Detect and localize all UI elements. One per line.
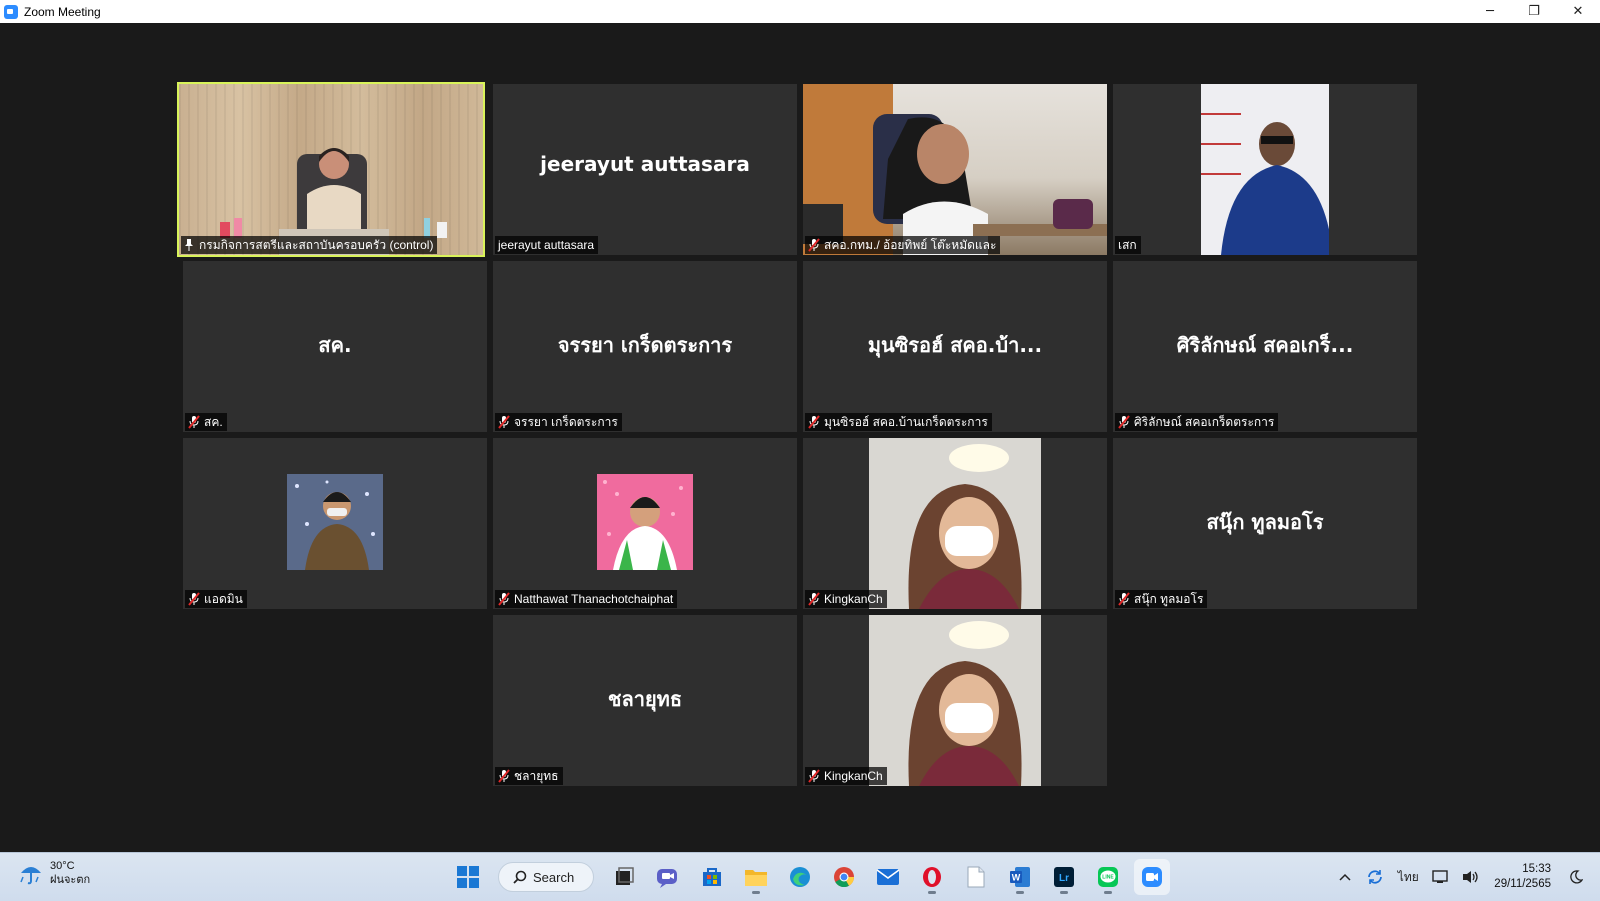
participant-tile[interactable]: KingkanCh: [803, 438, 1107, 609]
participant-display-name: jeerayut auttasara: [540, 152, 750, 176]
participant-tile[interactable]: มุนซิรอฮ์ สคอ.บ้า... มุนซิรอฮ์ สคอ.บ้านเ…: [803, 261, 1107, 432]
participant-name-label: เสก: [1115, 236, 1141, 254]
clock-date: 29/11/2565: [1494, 878, 1551, 890]
start-icon[interactable]: [450, 859, 486, 895]
gallery-view: กรมกิจการสตรีและสถาบันครอบครัว (control)…: [0, 23, 1600, 852]
participant-tile[interactable]: เสก: [1113, 84, 1417, 255]
participant-tile[interactable]: กรมกิจการสตรีและสถาบันครอบครัว (control): [177, 82, 485, 257]
participant-name-label: Natthawat Thanachotchaiphat: [495, 590, 678, 608]
mic-muted-icon: [498, 769, 510, 783]
participant-tile[interactable]: jeerayut auttasara jeerayut auttasara: [493, 84, 797, 255]
weather-widget[interactable]: 30°C ฝนจะตก: [18, 859, 90, 887]
close-button[interactable]: ✕: [1556, 0, 1600, 23]
rain-umbrella-icon: [18, 860, 44, 886]
weather-condition: ฝนจะตก: [50, 874, 91, 886]
pin-icon: [185, 239, 193, 251]
svg-text:LINE: LINE: [1102, 875, 1114, 881]
participant-name-label: สคอ.กทม./ อ้อยทิพย์ โต๊ะหมัดและ: [805, 236, 1001, 254]
participant-name-label: jeerayut auttasara: [495, 236, 599, 254]
participant-tile[interactable]: สนุ๊ก ทูลมอโร สนุ๊ก ทูลมอโร: [1113, 438, 1417, 609]
participant-name-label: แอดมิน: [185, 590, 247, 608]
participant-name-label: กรมกิจการสตรีและสถาบันครอบครัว (control): [181, 236, 438, 254]
mic-muted-icon: [188, 592, 200, 606]
mail-icon[interactable]: [870, 859, 906, 895]
participant-avatar: [597, 474, 693, 570]
participant-display-name: จรรยา เกร็ดตระการ: [557, 333, 733, 357]
zoom-icon[interactable]: [1134, 859, 1170, 895]
mic-muted-icon: [498, 592, 510, 606]
search-icon: [513, 870, 527, 884]
participant-tile[interactable]: Natthawat Thanachotchaiphat: [493, 438, 797, 609]
system-tray: ไทย 15:33 29/11/2565: [1330, 853, 1600, 901]
taskbar-search-button[interactable]: Search: [498, 862, 594, 892]
chrome-icon[interactable]: [826, 859, 862, 895]
mic-muted-icon: [188, 415, 200, 429]
participant-tile[interactable]: ศิริลักษณ์ สคอเกร็... ศิริลักษณ์ สคอเกร็…: [1113, 261, 1417, 432]
participant-name-label: จรรยา เกร็ดตระการ: [495, 413, 622, 431]
restore-button[interactable]: ❐: [1512, 0, 1556, 23]
opera-icon[interactable]: [914, 859, 950, 895]
participant-display-name: มุนซิรอฮ์ สคอ.บ้า...: [867, 333, 1043, 357]
participant-display-name: สนุ๊ก ทูลมอโร: [1206, 510, 1324, 534]
participant-display-name: ศิริลักษณ์ สคอเกร็...: [1176, 333, 1354, 357]
taskbar: 30°C ฝนจะตก Search W Lr LINE ไทย 15:33 2…: [0, 852, 1600, 901]
participant-name-label: มุนซิรอฮ์ สคอ.บ้านเกร็ดตระการ: [805, 413, 992, 431]
mic-muted-icon: [1118, 592, 1130, 606]
taskbar-clock[interactable]: 15:33 29/11/2565: [1494, 862, 1551, 892]
svg-text:Lr: Lr: [1059, 873, 1069, 884]
volume-icon[interactable]: [1459, 865, 1483, 889]
window-titlebar: Zoom Meeting ─ ❐ ✕: [0, 0, 1600, 23]
participant-tile[interactable]: KingkanCh: [803, 615, 1107, 786]
zoom-app-icon: [4, 4, 18, 19]
store-icon[interactable]: [694, 859, 730, 895]
teams-chat-icon[interactable]: [650, 859, 686, 895]
minimize-button[interactable]: ─: [1468, 0, 1512, 23]
notification-icon[interactable]: [1564, 865, 1588, 889]
participant-name-label: KingkanCh: [805, 767, 887, 785]
mic-muted-icon: [808, 769, 820, 783]
edge-icon[interactable]: [782, 859, 818, 895]
lightroom-icon[interactable]: Lr: [1046, 859, 1082, 895]
participant-video: [803, 84, 1107, 255]
participant-tile[interactable]: สค. สค.: [183, 261, 487, 432]
language-indicator[interactable]: ไทย: [1393, 865, 1423, 889]
participant-name-label: ศิริลักษณ์ สคอเกร็ดตระการ: [1115, 413, 1279, 431]
participant-tile[interactable]: จรรยา เกร็ดตระการ จรรยา เกร็ดตระการ: [493, 261, 797, 432]
participant-display-name: สค.: [318, 333, 352, 357]
mic-muted-icon: [808, 415, 820, 429]
line-icon[interactable]: LINE: [1090, 859, 1126, 895]
weather-temperature: 30°C: [50, 860, 75, 872]
participant-name-label: สค.: [185, 413, 227, 431]
notepad-icon[interactable]: [958, 859, 994, 895]
participant-video: [869, 615, 1041, 786]
participant-name-label: ชลายุทธ: [495, 767, 563, 785]
chevron-up-icon[interactable]: [1333, 865, 1357, 889]
network-icon[interactable]: [1429, 865, 1453, 889]
participant-name-label: สนุ๊ก ทูลมอโร: [1115, 590, 1208, 608]
mic-muted-icon: [808, 592, 820, 606]
participant-video: [1201, 84, 1329, 255]
sync-icon[interactable]: [1363, 865, 1387, 889]
word-icon[interactable]: W: [1002, 859, 1038, 895]
mic-muted-icon: [1118, 415, 1130, 429]
window-title: Zoom Meeting: [24, 4, 101, 19]
participant-name-label: KingkanCh: [805, 590, 887, 608]
participant-tile[interactable]: แอดมิน: [183, 438, 487, 609]
file-explorer-icon[interactable]: [738, 859, 774, 895]
participant-tile[interactable]: สคอ.กทม./ อ้อยทิพย์ โต๊ะหมัดและ: [803, 84, 1107, 255]
participant-video: [869, 438, 1041, 609]
participant-display-name: ชลายุทธ: [607, 687, 683, 711]
task-view-icon[interactable]: [606, 859, 642, 895]
taskbar-apps: Search W Lr LINE: [446, 859, 1174, 895]
participant-video: [179, 84, 483, 255]
svg-text:W: W: [1012, 873, 1021, 883]
participant-tile[interactable]: ชลายุทธ ชลายุทธ: [493, 615, 797, 786]
participant-avatar: [287, 474, 383, 570]
window-controls: ─ ❐ ✕: [1468, 0, 1600, 23]
clock-time: 15:33: [1522, 863, 1551, 875]
mic-muted-icon: [498, 415, 510, 429]
mic-muted-icon: [808, 238, 820, 252]
